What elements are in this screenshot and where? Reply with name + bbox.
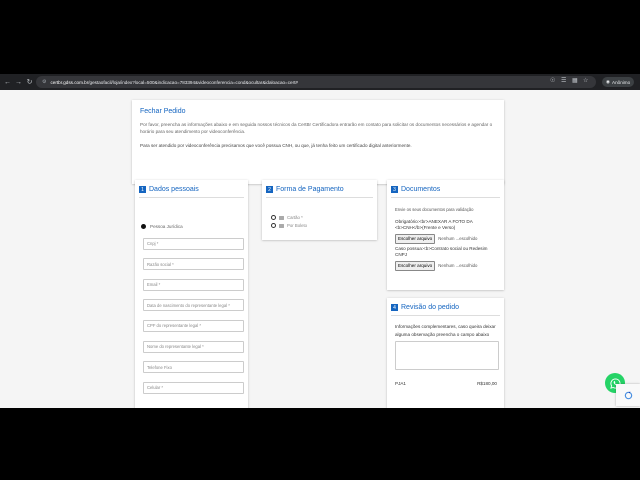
screen: ← → ↻ ⚙ certbr.gdss.com.br/gestaofacil/l…	[0, 0, 640, 480]
divider	[266, 197, 373, 198]
legal-rep-name-field[interactable]: Nome do representante legal *	[143, 340, 244, 353]
email-field[interactable]: Email *	[143, 278, 244, 291]
section-title: Dados pessoais	[149, 186, 199, 193]
additional-info-label: Informações complementares, caso queira …	[395, 324, 496, 337]
divider	[139, 197, 244, 198]
credit-card-icon	[279, 215, 284, 220]
mobile-field[interactable]: Celular *	[143, 381, 244, 394]
landline-field[interactable]: Telefone Fixo	[143, 361, 244, 374]
review-heading: 4 Revisão do pedido	[391, 304, 500, 311]
company-name-field[interactable]: Razão social *	[143, 258, 244, 271]
radio-selected-icon	[141, 224, 146, 229]
bookmark-star-icon[interactable]: ☆	[583, 77, 588, 84]
recaptcha-icon	[624, 390, 632, 399]
personal-data-heading: 1 Dados pessoais	[139, 186, 244, 193]
page-content: Fechar Pedido Por favor, preencha as inf…	[0, 90, 640, 408]
radio-icon	[271, 215, 276, 220]
site-info-icon[interactable]: ⚙	[42, 79, 46, 85]
browser-toolbar: ← → ↻ ⚙ certbr.gdss.com.br/gestaofacil/l…	[0, 74, 640, 90]
choose-file-button[interactable]: Escolher arquivo	[395, 260, 436, 271]
option-label: Cartão *	[287, 215, 303, 220]
option-label: Por Boleto	[287, 223, 308, 228]
item-price: R$180,00	[477, 381, 497, 386]
step-number: 2	[266, 186, 273, 193]
radio-icon	[271, 223, 276, 228]
share-icon[interactable]: ▦	[572, 77, 578, 84]
videoconference-note: Para ser atendido por videoconferência p…	[140, 143, 412, 148]
item-name: PJA1	[395, 381, 406, 386]
radio-label: Pessoa Jurídica	[150, 224, 183, 229]
choose-file-button[interactable]: Escolher arquivo	[395, 233, 436, 244]
section-title: Forma de Pagamento	[276, 186, 344, 193]
personal-data-card: 1 Dados pessoais Pessoa Jurídica Cnpj * …	[135, 180, 248, 408]
cpf-field[interactable]: CPF do representante legal *	[143, 319, 244, 332]
step-number: 3	[391, 186, 398, 193]
cnh-file-input[interactable]: Escolher arquivo Nenhum ...escolhido	[395, 233, 500, 244]
no-file-label: Nenhum ...escolhido	[438, 236, 478, 241]
contract-file-input[interactable]: Escolher arquivo Nenhum ...escolhido	[395, 260, 500, 271]
page-description: Por favor, preencha as informações abaix…	[140, 122, 493, 134]
section-title: Revisão do pedido	[401, 304, 459, 311]
divider	[391, 315, 500, 316]
step-number: 4	[391, 304, 398, 311]
divider	[391, 197, 500, 198]
forward-icon[interactable]: →	[13, 79, 24, 86]
step-number: 1	[139, 186, 146, 193]
back-icon[interactable]: ←	[2, 79, 13, 86]
eye-off-icon[interactable]: ☉	[550, 77, 555, 84]
order-line-item: PJA1 R$180,00	[395, 381, 497, 386]
incognito-profile-button[interactable]: ◉ Anônimo	[602, 77, 635, 87]
contract-requirement: Caso possua:<b>Contrato social ou Redesi…	[395, 245, 488, 258]
documents-heading: 3 Documentos	[391, 186, 500, 193]
reload-icon[interactable]: ↻	[24, 78, 35, 86]
incognito-icon: ◉	[606, 79, 611, 84]
barcode-icon	[279, 223, 284, 228]
translate-icon[interactable]: ☰	[561, 77, 566, 84]
birthdate-field[interactable]: Data de nascimento do representante lega…	[143, 299, 244, 312]
additional-info-textarea[interactable]	[395, 341, 499, 370]
no-file-label: Nenhum ...escolhido	[438, 263, 478, 268]
cnpj-field[interactable]: Cnpj *	[143, 237, 244, 250]
payment-heading: 2 Forma de Pagamento	[266, 186, 373, 193]
cnh-requirement: Obrigatório:<br>ANEXAR A FOTO DA <b>CNH<…	[395, 218, 473, 231]
section-title: Documentos	[401, 186, 441, 193]
payment-card: 2 Forma de Pagamento Cartão * Por Boleto	[262, 180, 377, 240]
profile-label: Anônimo	[612, 79, 631, 85]
page-title: Fechar Pedido	[140, 108, 186, 115]
order-review-card: 4 Revisão do pedido Informações compleme…	[387, 298, 504, 408]
payment-option-card[interactable]: Cartão *	[271, 215, 373, 220]
documents-intro: Envie os seus documentos para validação	[395, 207, 474, 212]
url-text: certbr.gdss.com.br/gestaofacil/loja/inde…	[50, 79, 298, 85]
address-bar[interactable]: ⚙ certbr.gdss.com.br/gestaofacil/loja/in…	[36, 76, 596, 88]
recaptcha-badge[interactable]	[616, 384, 640, 406]
person-type-radio[interactable]: Pessoa Jurídica	[141, 224, 244, 229]
documents-card: 3 Documentos Envie os seus documentos pa…	[387, 180, 504, 290]
order-header-card: Fechar Pedido Por favor, preencha as inf…	[132, 100, 504, 184]
payment-option-boleto[interactable]: Por Boleto	[271, 223, 373, 228]
